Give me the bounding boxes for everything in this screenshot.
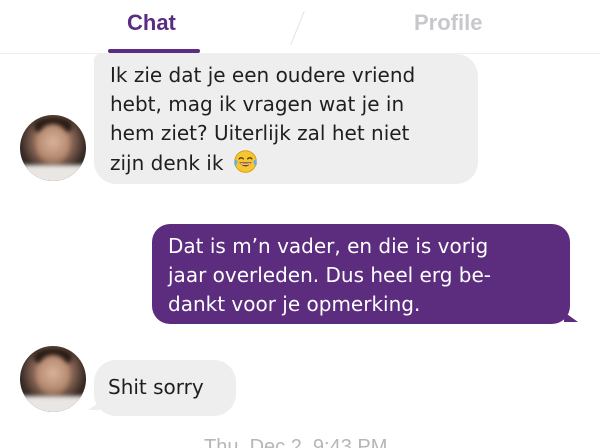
avatar[interactable] — [20, 115, 86, 181]
active-tab-indicator — [108, 49, 200, 53]
tab-divider — [290, 11, 305, 45]
message-line: hem ziet? Uiterlijk zal het niet — [110, 121, 410, 145]
message-line: jaar overleden. Dus heel erg be- — [168, 263, 491, 287]
message-line: Dat is m’n vader, en die is vorig — [168, 234, 489, 258]
message-line: Ik zie dat je een oudere vriend — [110, 63, 416, 87]
message-timestamp: Thu, Dec 2, 9:43 PM — [204, 436, 388, 448]
message-line: dankt voor je opmerking. — [168, 292, 421, 316]
message-line-last: zijn denk ik — [110, 148, 464, 178]
face-with-tears-of-joy-icon — [233, 150, 257, 173]
message-line: hebt, mag ik vragen wat je in — [110, 92, 405, 116]
avatar[interactable] — [20, 346, 86, 412]
message-bubble-incoming[interactable]: Shit sorry — [88, 360, 236, 416]
tab-chat[interactable]: Chat — [127, 10, 176, 36]
tab-profile[interactable]: Profile — [414, 10, 482, 36]
message-bubble-outgoing[interactable]: Dat is m’n vader, en die is vorig jaar o… — [152, 224, 578, 324]
message-bubble-incoming[interactable]: Ik zie dat je een oudere vriend hebt, ma… — [94, 54, 478, 184]
tab-bar: Chat Profile — [0, 0, 600, 54]
message-line: Shit sorry — [108, 375, 204, 399]
